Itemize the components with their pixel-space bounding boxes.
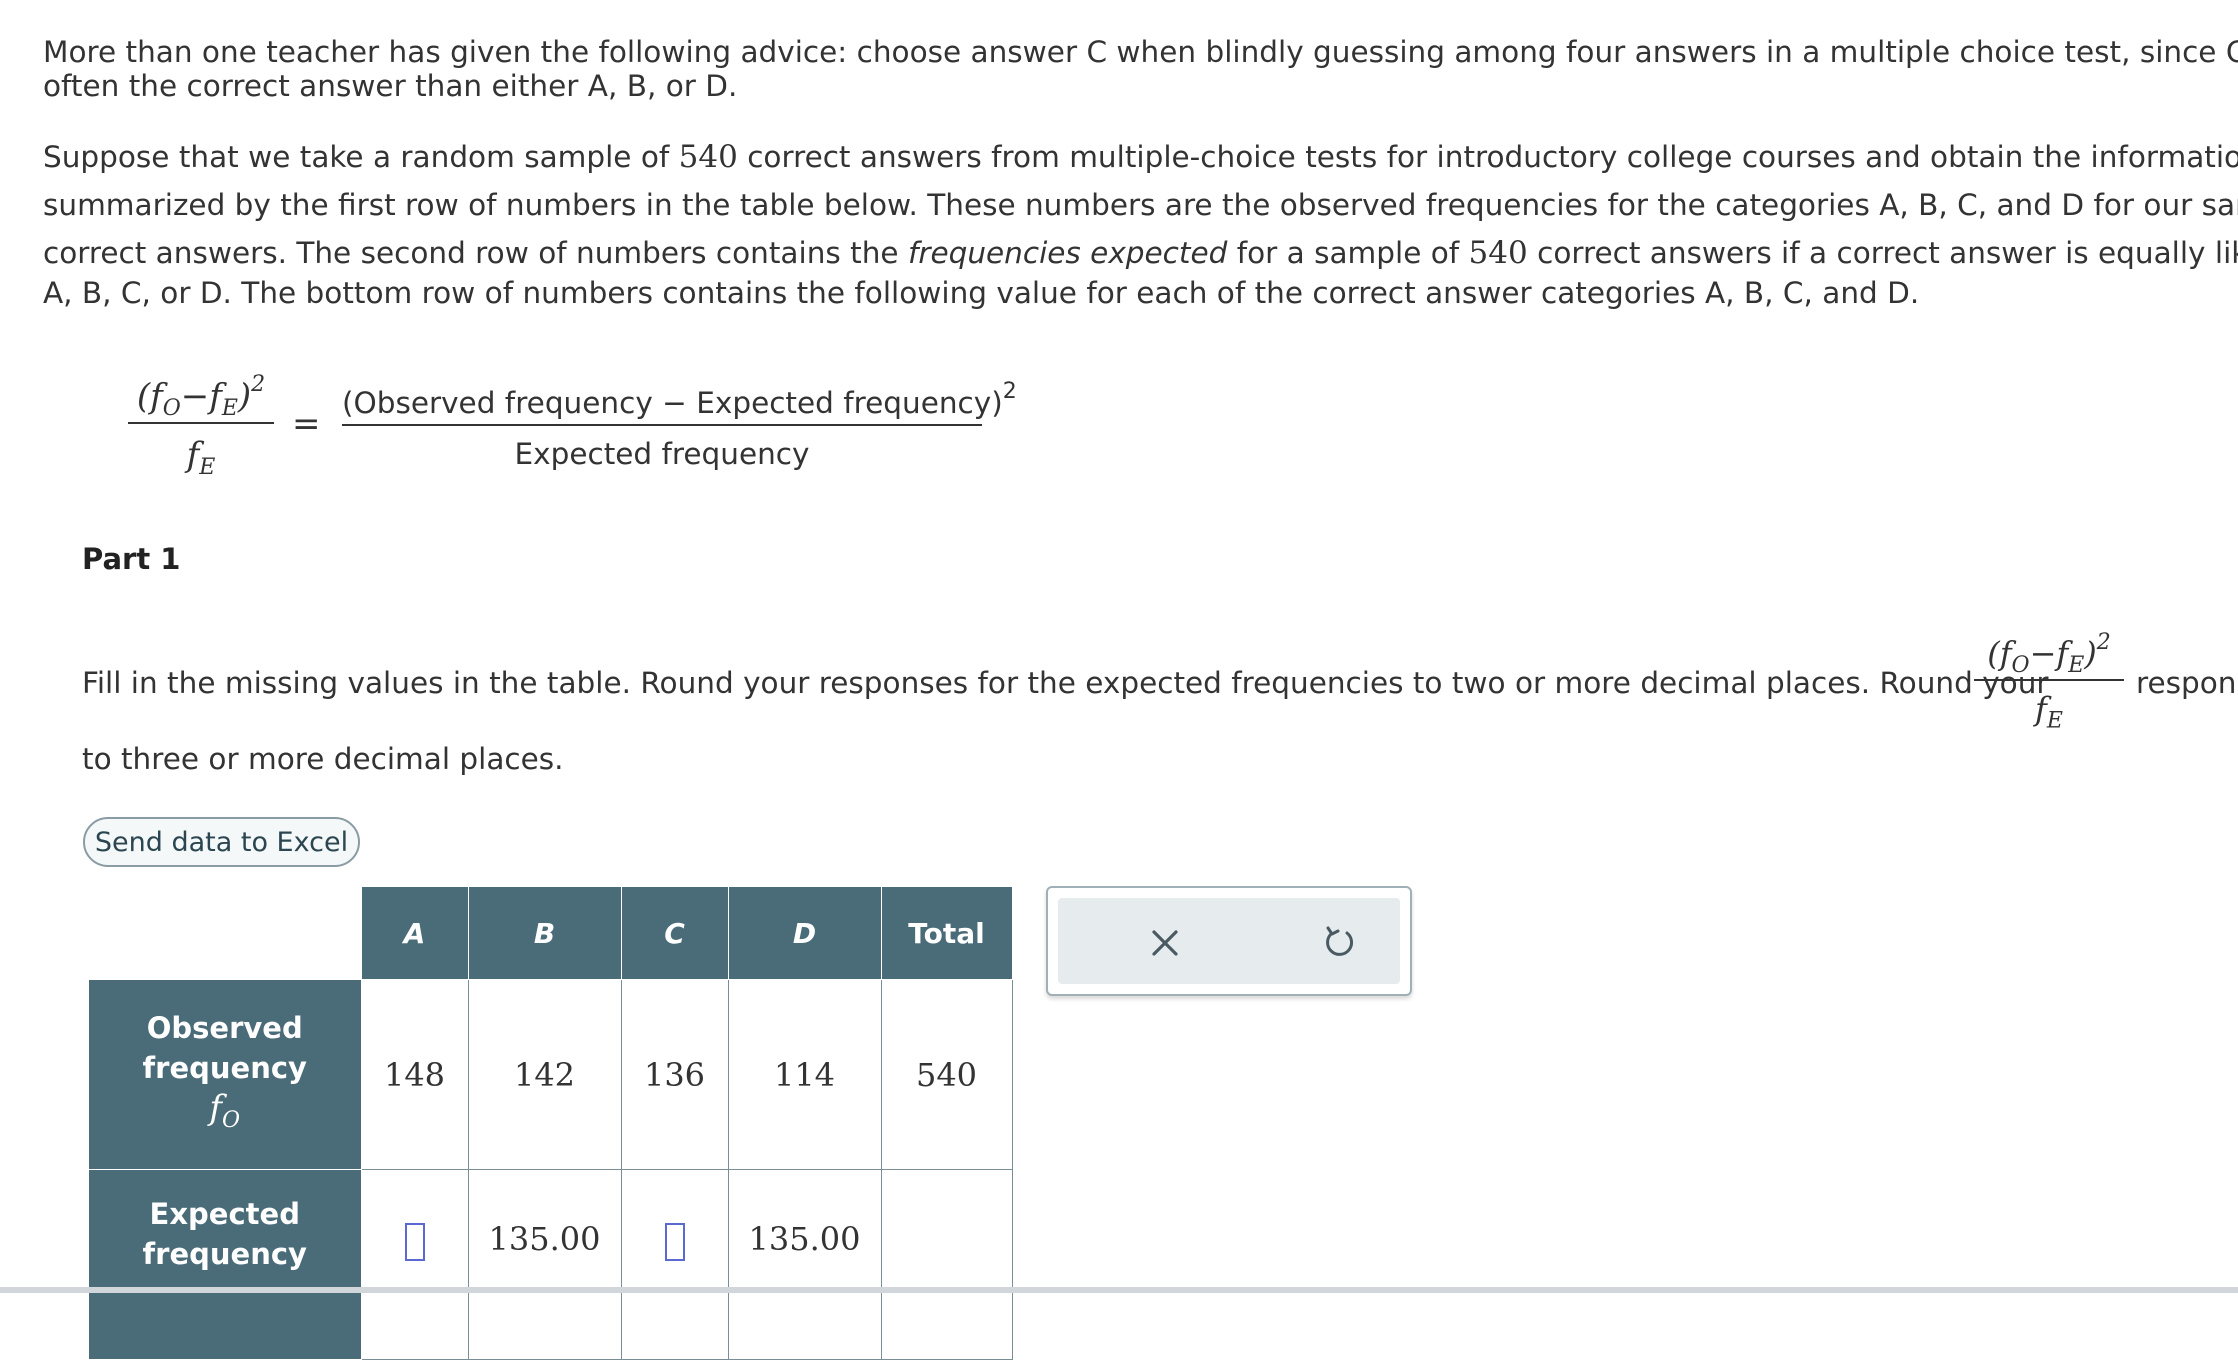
row-header-expected: Expected frequency [88,1169,362,1360]
observed-b: 142 [467,979,622,1170]
expected-a-input[interactable] [404,1222,425,1261]
part-title: Part 1 [82,542,181,576]
close-icon[interactable] [1142,920,1188,966]
column-header-a: A [360,886,469,980]
observed-c: 136 [620,979,729,1170]
expected-total-cell [880,1169,1013,1360]
row-header-observed: Observed frequency fO [88,979,362,1170]
formula-left-fraction: (fO−fE)2 fE [128,356,274,499]
table-header-row: A B C D Total [89,886,1013,980]
setup-line-2: summarized by the first row of numbers i… [43,188,2238,222]
instruction-line-2: to three or more decimal places. [82,742,564,776]
undo-icon[interactable] [1316,920,1362,966]
setup-line-1: Suppose that we take a random sample of … [43,139,2238,175]
intro-line-2: often the correct answer than either A, … [43,69,738,103]
instruction-line-1-end: respons [2136,666,2238,700]
table-corner [89,887,362,980]
table-row-observed: Observed frequency fO 148 142 136 114 54… [88,979,1013,1170]
answer-action-panel [1046,886,1412,996]
observed-d: 114 [727,979,882,1170]
column-header-c: C [620,886,729,980]
expected-b: 135.00 [467,1169,622,1360]
formula-equals: = [292,404,321,444]
expected-c-input[interactable] [664,1222,685,1261]
expected-c-cell [620,1169,729,1360]
table-row-expected: Expected frequency 135.00 135.00 [88,1169,1013,1360]
expected-a-cell [360,1169,469,1360]
page-bottom-border [0,1287,2238,1293]
expected-d: 135.00 [727,1169,882,1360]
sample-size: 540 [678,139,738,175]
send-to-excel-button[interactable]: Send data to Excel [83,817,360,867]
observed-a: 148 [360,979,469,1170]
setup-line-4: A, B, C, or D. The bottom row of numbers… [43,276,1920,310]
observed-total: 540 [880,979,1013,1170]
column-header-total: Total [880,886,1013,980]
column-header-b: B [467,886,622,980]
column-header-d: D [727,886,882,980]
formula-right-fraction: (Observed frequency − Expected frequency… [342,379,1017,471]
instruction-line-1: Fill in the missing values in the table.… [82,666,2049,700]
instruction-inline-fraction: (fO−fE)2 fE [1974,615,2124,749]
